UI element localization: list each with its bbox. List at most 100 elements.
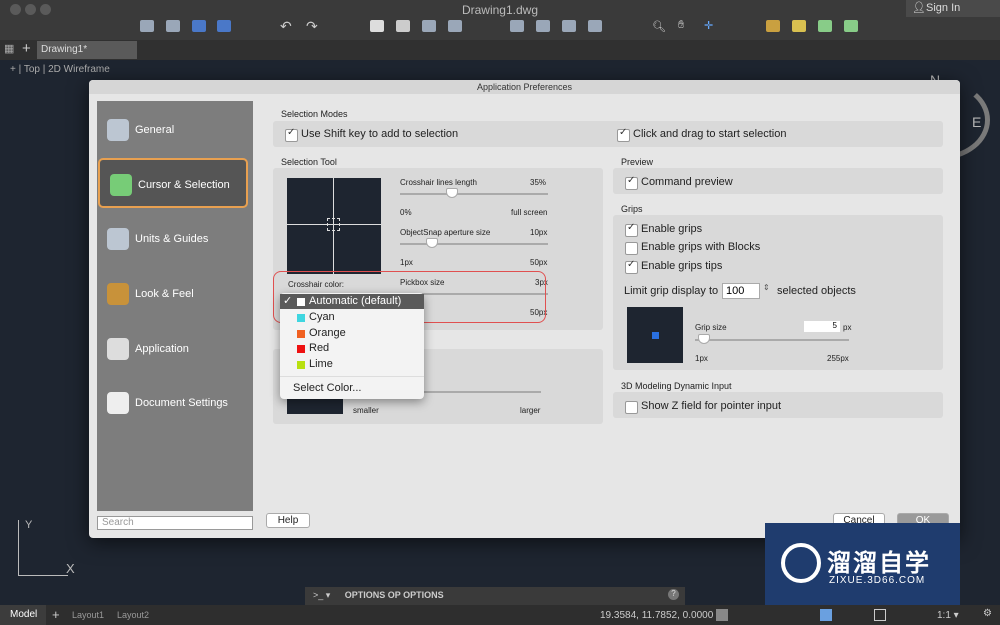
properties-icon[interactable] (510, 20, 524, 32)
sidebar-item-cursor-selection[interactable]: Cursor & Selection (98, 158, 248, 208)
watermark-logo: 溜溜自学 ZIXUE.3D66.COM (765, 523, 960, 605)
color-option-orange[interactable]: Orange (280, 326, 424, 341)
redo-icon[interactable]: ↷ (306, 18, 318, 35)
slider-min-label: 0% (400, 208, 412, 217)
group-icon[interactable] (818, 20, 832, 32)
tab-model[interactable]: Model (0, 605, 46, 625)
orbit-icon[interactable]: ✛ (704, 19, 713, 32)
ucs-x-label: X (66, 561, 75, 576)
sign-in-button[interactable]: 👤︎ Sign In (906, 0, 1000, 17)
crosshair-length-value: 35% (530, 178, 547, 187)
color-option-red[interactable]: Red (280, 341, 424, 356)
aperture-slider[interactable] (400, 243, 548, 245)
undo-icon[interactable]: ↶ (280, 18, 292, 35)
status-bar: Model + Layout1 Layout2 19.3584, 11.7852… (0, 605, 1000, 625)
grid-toggle-icon[interactable] (716, 609, 728, 621)
preview-heading: Preview (621, 157, 654, 167)
title-bar: Drawing1.dwg ↶ ↷ 🔍︎ ✋︎ ✛ 👤︎ Sign In (0, 0, 1000, 40)
window-icon (107, 338, 129, 360)
option-label: Cyan (309, 311, 335, 323)
command-text: OPTIONS OP OPTIONS (344, 590, 444, 600)
stepper-icon[interactable]: ⇕ (763, 283, 770, 292)
command-line[interactable]: >_ ▾ OPTIONS OP OPTIONS ? (305, 587, 685, 605)
grip-size-input[interactable]: 5 (804, 321, 840, 332)
limit-grip-input[interactable]: 100 (722, 283, 760, 299)
crosshair-length-slider[interactable] (400, 193, 548, 195)
annotation-scale[interactable]: 1:1 ▾ (937, 610, 959, 621)
ungroup-icon[interactable] (844, 20, 858, 32)
plot-icon[interactable] (370, 20, 384, 32)
sidebar-label: Application (135, 343, 189, 355)
match-properties-icon[interactable] (536, 20, 550, 32)
menu-divider (280, 376, 424, 377)
save-icon[interactable] (192, 20, 206, 32)
new-icon[interactable] (140, 20, 154, 32)
layers-icon[interactable] (562, 20, 576, 32)
swatch-icon (297, 345, 305, 353)
crosshair-color-menu[interactable]: ✓ Automatic (default) Cyan Orange Red Lim… (280, 293, 424, 399)
grips-heading: Grips (621, 204, 643, 214)
pan-icon[interactable]: ✋︎ (678, 19, 684, 32)
sidebar-label: Units & Guides (135, 233, 209, 245)
limit-grip-label: Limit grip display to (624, 285, 719, 297)
insert-block-icon[interactable] (792, 20, 806, 32)
sidebar-item-look-feel[interactable]: Look & Feel (97, 269, 253, 319)
selection-modes-heading: Selection Modes (281, 109, 348, 119)
enable-grips-checkbox[interactable]: Enable grips (625, 222, 702, 237)
color-option-automatic[interactable]: ✓ Automatic (default) (280, 294, 424, 309)
sidebar-item-units-guides[interactable]: Units & Guides (97, 214, 253, 264)
grips-tips-checkbox[interactable]: Enable grips tips (625, 259, 722, 274)
select-color-option[interactable]: Select Color... (280, 381, 424, 396)
viewport-controls[interactable]: + | Top | 2D Wireframe (10, 64, 110, 75)
slider-max-label: 50px (530, 258, 548, 267)
color-option-cyan[interactable]: Cyan (280, 310, 424, 325)
link-icon[interactable] (588, 20, 602, 32)
option-label: Orange (309, 327, 346, 339)
command-prompt-icon[interactable]: >_ ▾ (313, 590, 330, 600)
aperture-value: 10px (530, 228, 548, 237)
settings-icon[interactable]: ⚙︎ (983, 608, 992, 619)
grip-size-unit: px (843, 323, 852, 332)
ruler-icon (107, 228, 129, 250)
zoom-icon[interactable]: 🔍︎ (652, 20, 666, 33)
tab-drawing1[interactable]: Drawing1* (37, 41, 137, 59)
shift-add-checkbox[interactable]: Use Shift key to add to selection (285, 127, 458, 142)
swatch-icon (297, 298, 305, 306)
sidebar-label: Cursor & Selection (138, 179, 230, 191)
ucs-x-axis (18, 575, 68, 576)
tab-layout1[interactable]: Layout1 (72, 610, 104, 620)
open-icon[interactable] (166, 20, 180, 32)
gear-icon (107, 119, 129, 141)
watermark-brand: 溜溜自学 (827, 550, 931, 577)
sidebar-item-application[interactable]: Application (97, 324, 253, 374)
add-layout-button[interactable]: + (52, 607, 60, 622)
grid-icon[interactable]: ▦ (4, 42, 14, 55)
help-icon[interactable]: ? (668, 589, 679, 600)
dialog-title: Application Preferences (89, 80, 960, 94)
click-drag-checkbox[interactable]: Click and drag to start selection (617, 127, 786, 142)
grip-size-slider[interactable] (695, 339, 849, 341)
option-label: Lime (309, 358, 333, 370)
publish-icon[interactable] (422, 20, 436, 32)
selection-cycling-icon[interactable] (874, 609, 886, 621)
block-icon[interactable] (766, 20, 780, 32)
new-tab-button[interactable]: + (22, 40, 31, 57)
show-z-checkbox[interactable]: Show Z field for pointer input (625, 400, 781, 414)
swatch-icon (297, 330, 305, 338)
transparency-icon[interactable] (820, 609, 832, 621)
sidebar-item-general[interactable]: General (97, 105, 253, 155)
export-icon[interactable] (448, 20, 462, 32)
save-as-icon[interactable] (217, 20, 231, 32)
search-input[interactable]: Search (97, 516, 253, 530)
print-preview-icon[interactable] (396, 20, 410, 32)
color-option-lime[interactable]: Lime (280, 357, 424, 372)
sidebar-item-document-settings[interactable]: Document Settings (97, 378, 253, 428)
slider-max-label: full screen (511, 208, 548, 217)
grips-blocks-checkbox[interactable]: Enable grips with Blocks (625, 241, 760, 255)
command-preview-checkbox[interactable]: Command preview (625, 175, 733, 190)
tab-layout2[interactable]: Layout2 (117, 610, 149, 620)
selection-tool-heading: Selection Tool (281, 157, 337, 167)
ucs-y-label: Y (25, 519, 33, 531)
help-button[interactable]: Help (266, 513, 310, 528)
modeling-heading: 3D Modeling Dynamic Input (621, 381, 732, 391)
